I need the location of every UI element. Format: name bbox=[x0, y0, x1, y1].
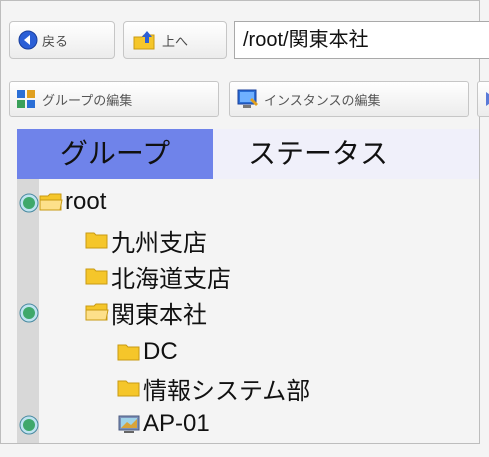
status-ball-icon bbox=[19, 303, 39, 323]
back-arrow-icon bbox=[18, 30, 38, 50]
group-tree: root 九州支店 北海道支店 関東本社 DC 情報システム部 AP-01 bbox=[17, 179, 479, 443]
tab-group[interactable]: グループ bbox=[17, 129, 213, 179]
tree-item-label: AP-01 bbox=[143, 410, 210, 437]
tree-item-label: root bbox=[65, 188, 107, 215]
instance-edit-icon bbox=[237, 89, 258, 108]
path-input[interactable]: /root/関東本社 bbox=[234, 21, 489, 59]
tree-item-root[interactable]: root bbox=[39, 185, 106, 219]
tree-item-label: 関東本社 bbox=[111, 301, 207, 329]
instance-icon bbox=[118, 415, 140, 433]
folder-icon bbox=[85, 268, 108, 285]
navigation-toolbar: 戻る 上へ /root/関東本社 bbox=[9, 21, 489, 61]
folder-icon bbox=[117, 380, 140, 397]
folder-icon bbox=[117, 344, 140, 361]
tree-item-info-systems[interactable]: 情報システム部 bbox=[117, 371, 310, 405]
tree-item-dc[interactable]: DC bbox=[117, 335, 178, 369]
more-tools-button[interactable] bbox=[477, 81, 489, 117]
edit-toolbar: グループの編集 インスタンスの編集 bbox=[9, 81, 489, 119]
tree-item-kanto[interactable]: 関東本社 bbox=[85, 295, 207, 329]
back-label: 戻る bbox=[42, 34, 69, 50]
folder-up-icon bbox=[133, 31, 155, 50]
tree-item-label: 情報システム部 bbox=[143, 377, 311, 405]
tree-item-hokkaido[interactable]: 北海道支店 bbox=[85, 259, 231, 293]
back-button[interactable]: 戻る bbox=[9, 21, 115, 59]
view-tabs: グループ ステータス bbox=[17, 129, 479, 179]
status-ball-icon bbox=[19, 193, 39, 213]
folder-icon bbox=[85, 232, 108, 249]
up-button[interactable]: 上へ bbox=[123, 21, 227, 59]
tree-item-kyushu[interactable]: 九州支店 bbox=[85, 223, 207, 257]
folder-open-icon bbox=[85, 303, 109, 321]
edit-instance-button[interactable]: インスタンスの編集 bbox=[229, 81, 469, 117]
up-label: 上へ bbox=[162, 34, 189, 50]
tree-item-label: 九州支店 bbox=[111, 229, 207, 257]
status-ball-icon bbox=[19, 415, 39, 435]
edit-group-label: グループの編集 bbox=[42, 93, 133, 109]
tree-item-ap01[interactable]: AP-01 bbox=[117, 407, 210, 441]
tree-item-label: DC bbox=[143, 338, 178, 365]
edit-instance-label: インスタンスの編集 bbox=[264, 93, 381, 109]
folder-open-icon bbox=[39, 193, 63, 211]
tool-icon bbox=[486, 92, 489, 106]
group-edit-icon bbox=[17, 90, 35, 108]
tab-status[interactable]: ステータス bbox=[213, 129, 423, 179]
tree-item-label: 北海道支店 bbox=[111, 265, 231, 293]
edit-group-button[interactable]: グループの編集 bbox=[9, 81, 219, 117]
app-window: 戻る 上へ /root/関東本社 グループの編集 インスタンスの編集 グループ … bbox=[0, 0, 489, 444]
